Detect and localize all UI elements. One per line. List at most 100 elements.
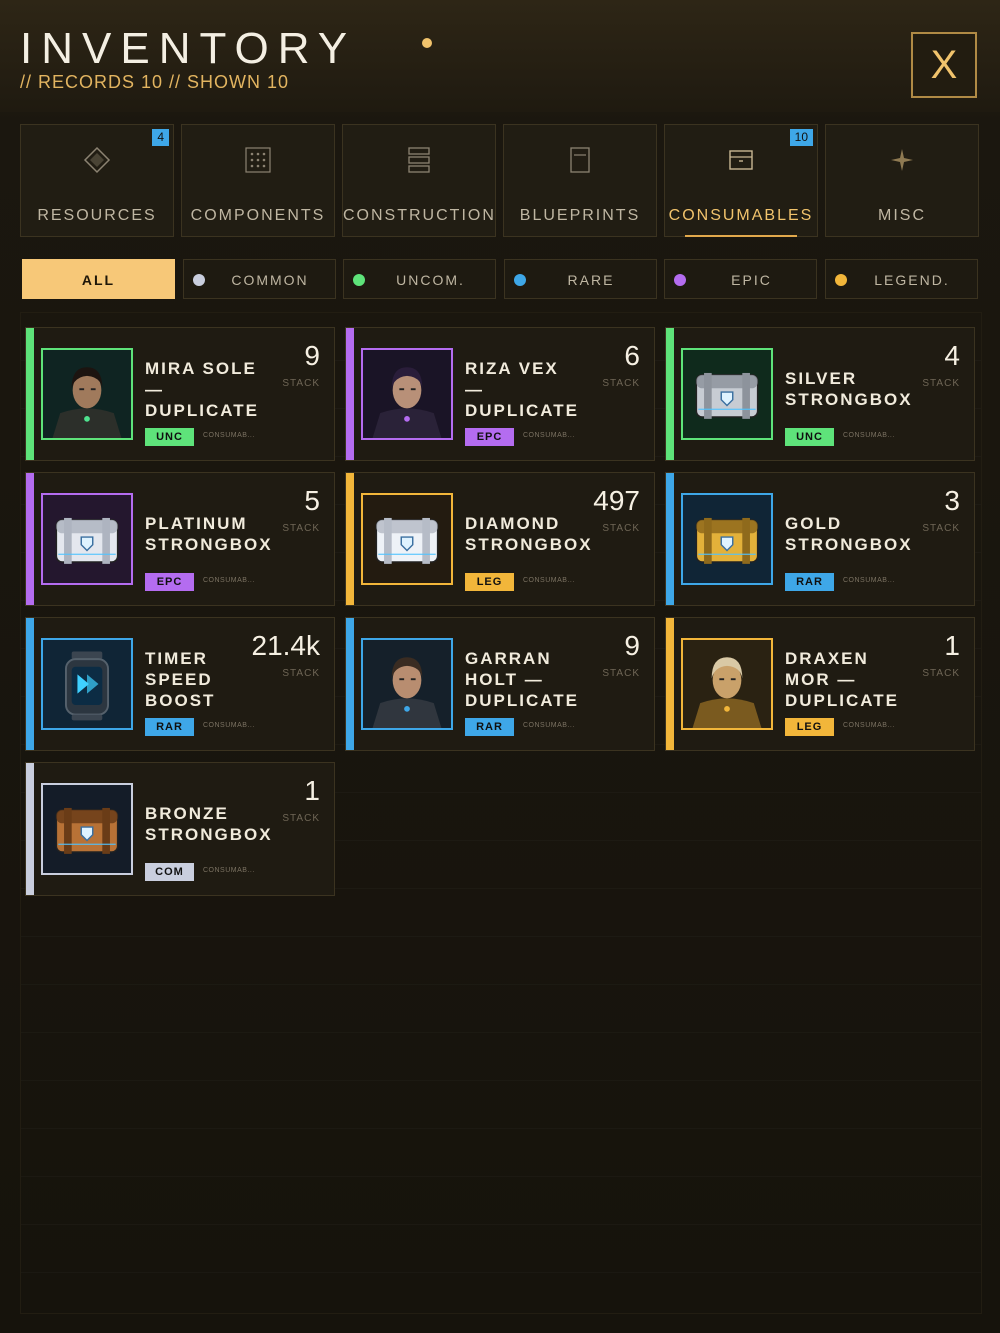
rarity-badge: LEG bbox=[785, 718, 834, 736]
item-card[interactable]: GARRAN HOLT — DUPLICATE 9 STACK RAR CONSUMAB… bbox=[345, 617, 655, 751]
stack-count: 5 bbox=[304, 485, 320, 516]
filter-all[interactable]: ALL bbox=[22, 259, 175, 299]
stack-count: 6 bbox=[624, 340, 640, 371]
diamond-strongbox-icon bbox=[361, 493, 453, 585]
filter-rare[interactable]: RARE bbox=[503, 259, 657, 299]
rarity-badge: LEG bbox=[465, 573, 514, 591]
stack-label: STACK bbox=[282, 378, 320, 389]
diamond-icon bbox=[21, 145, 173, 175]
item-category: CONSUMAB... bbox=[203, 867, 255, 874]
tab-label: CONSTRUCTION bbox=[343, 207, 496, 224]
item-category: CONSUMAB... bbox=[523, 577, 575, 584]
filter-uncom[interactable]: UNCOM. bbox=[343, 259, 496, 299]
item-name: PLATINUM STRONGBOX bbox=[145, 514, 273, 554]
item-card[interactable]: DRAXEN MOR — DUPLICATE 1 STACK LEG CONSUMAB.… bbox=[665, 617, 975, 751]
count-badge: 4 bbox=[152, 129, 169, 146]
item-name: GOLD STRONGBOX bbox=[785, 514, 913, 554]
item-card[interactable]: SILVER STRONGBOX 4 STACK UNC CONSUMAB... bbox=[665, 327, 975, 461]
item-card[interactable]: MIRA SOLE — DUPLICATE 9 STACK UNC CONSUMAB..… bbox=[25, 327, 335, 461]
timer-boost-icon bbox=[41, 638, 133, 730]
riza-portrait-icon bbox=[361, 348, 453, 440]
stack-label: STACK bbox=[282, 813, 320, 824]
item-card[interactable]: TIMER SPEED BOOST 21.4k STACK RAR CONSUMAB..… bbox=[25, 617, 335, 751]
stack-count: 21.4k bbox=[251, 630, 321, 661]
stack-label: STACK bbox=[922, 523, 960, 534]
stack-count: 9 bbox=[624, 630, 640, 661]
document-icon bbox=[504, 145, 656, 175]
item-name: GARRAN HOLT — DUPLICATE bbox=[465, 648, 580, 710]
tab-components[interactable]: COMPONENTS bbox=[181, 124, 335, 237]
rarity-stripe bbox=[666, 328, 674, 460]
stack-count: 4 bbox=[944, 340, 960, 371]
rarity-badge: EPC bbox=[145, 573, 194, 591]
item-name: SILVER STRONGBOX bbox=[785, 369, 913, 409]
filter-legend[interactable]: LEGEND. bbox=[824, 259, 978, 299]
category-tabs: RESOURCES 4 COMPONENTS CONSTRUCTION BLUEPRIN… bbox=[20, 124, 980, 238]
item-category: CONSUMAB... bbox=[843, 432, 895, 439]
tab-consumables[interactable]: CONSUMABLES 10 bbox=[664, 124, 818, 237]
item-grid: MIRA SOLE — DUPLICATE 9 STACK UNC CONSUMAB..… bbox=[20, 312, 982, 1314]
silver-strongbox-icon bbox=[681, 348, 773, 440]
mira-portrait-icon bbox=[41, 348, 133, 440]
item-category: CONSUMAB... bbox=[843, 722, 895, 729]
header-bar: INVENTORY // RECORDS 10 // SHOWN 10 X bbox=[0, 0, 1000, 112]
rarity-dot-icon bbox=[353, 274, 365, 286]
records-summary: // RECORDS 10 // SHOWN 10 bbox=[20, 72, 290, 92]
rarity-stripe bbox=[26, 763, 34, 895]
sparkle-icon bbox=[826, 145, 978, 175]
rarity-badge: COM bbox=[145, 863, 194, 881]
filter-common[interactable]: COMMON bbox=[182, 259, 336, 299]
close-button[interactable]: X bbox=[911, 32, 977, 98]
item-card[interactable]: RIZA VEX — DUPLICATE 6 STACK EPC CONSUMAB... bbox=[345, 327, 655, 461]
item-category: CONSUMAB... bbox=[523, 722, 575, 729]
stack-label: STACK bbox=[282, 668, 320, 679]
item-card[interactable]: BRONZE STRONGBOX 1 STACK COM CONSUMAB... bbox=[25, 762, 335, 896]
rarity-badge: RAR bbox=[145, 718, 194, 736]
rarity-badge: RAR bbox=[465, 718, 514, 736]
bronze-strongbox-icon bbox=[41, 783, 133, 875]
tab-misc[interactable]: MISC bbox=[825, 124, 979, 237]
item-name: BRONZE STRONGBOX bbox=[145, 804, 273, 844]
platinum-strongbox-icon bbox=[41, 493, 133, 585]
rarity-dot-icon bbox=[834, 274, 847, 286]
filter-label: COMMON bbox=[231, 272, 309, 288]
rarity-badge: UNC bbox=[145, 428, 194, 446]
active-tab-underline bbox=[685, 235, 797, 237]
tab-construction[interactable]: CONSTRUCTION bbox=[342, 124, 496, 237]
stack-label: STACK bbox=[922, 668, 960, 679]
tab-label: CONSUMABLES bbox=[668, 207, 814, 224]
item-card[interactable]: GOLD STRONGBOX 3 STACK RAR CONSUMAB... bbox=[665, 472, 975, 606]
tab-resources[interactable]: RESOURCES 4 bbox=[20, 124, 174, 237]
item-category: CONSUMAB... bbox=[203, 577, 255, 584]
item-card[interactable]: DIAMOND STRONGBOX 497 STACK LEG CONSUMAB... bbox=[345, 472, 655, 606]
item-category: CONSUMAB... bbox=[203, 722, 255, 729]
item-name: DRAXEN MOR — DUPLICATE bbox=[785, 648, 900, 710]
item-name: DIAMOND STRONGBOX bbox=[465, 514, 593, 554]
filter-epic[interactable]: EPIC bbox=[664, 259, 817, 299]
rarity-dot-icon bbox=[513, 274, 526, 286]
title-accent-dot-icon bbox=[422, 38, 432, 48]
grid-dots-icon bbox=[182, 145, 334, 175]
stack-label: STACK bbox=[602, 523, 640, 534]
stack-layers-icon bbox=[343, 145, 495, 175]
rarity-stripe bbox=[666, 473, 674, 605]
stack-count: 497 bbox=[593, 485, 640, 516]
tab-blueprints[interactable]: BLUEPRINTS bbox=[503, 124, 657, 237]
rarity-stripe bbox=[26, 473, 34, 605]
rarity-dot-icon bbox=[674, 274, 686, 286]
count-badge: 10 bbox=[789, 129, 813, 146]
rarity-badge: RAR bbox=[785, 573, 834, 591]
stack-count: 1 bbox=[304, 775, 320, 806]
draxen-portrait-icon bbox=[681, 638, 773, 730]
item-name: RIZA VEX — DUPLICATE bbox=[465, 358, 580, 420]
filter-label: EPIC bbox=[731, 272, 772, 288]
filter-label: LEGEND. bbox=[874, 272, 950, 288]
rarity-dot-icon bbox=[192, 274, 205, 286]
filter-label: ALL bbox=[81, 272, 116, 288]
item-category: CONSUMAB... bbox=[523, 432, 575, 439]
box-icon bbox=[665, 145, 817, 175]
rarity-stripe bbox=[26, 618, 34, 750]
stack-label: STACK bbox=[602, 378, 640, 389]
stack-count: 1 bbox=[944, 630, 960, 661]
item-card[interactable]: PLATINUM STRONGBOX 5 STACK EPC CONSUMAB... bbox=[25, 472, 335, 606]
